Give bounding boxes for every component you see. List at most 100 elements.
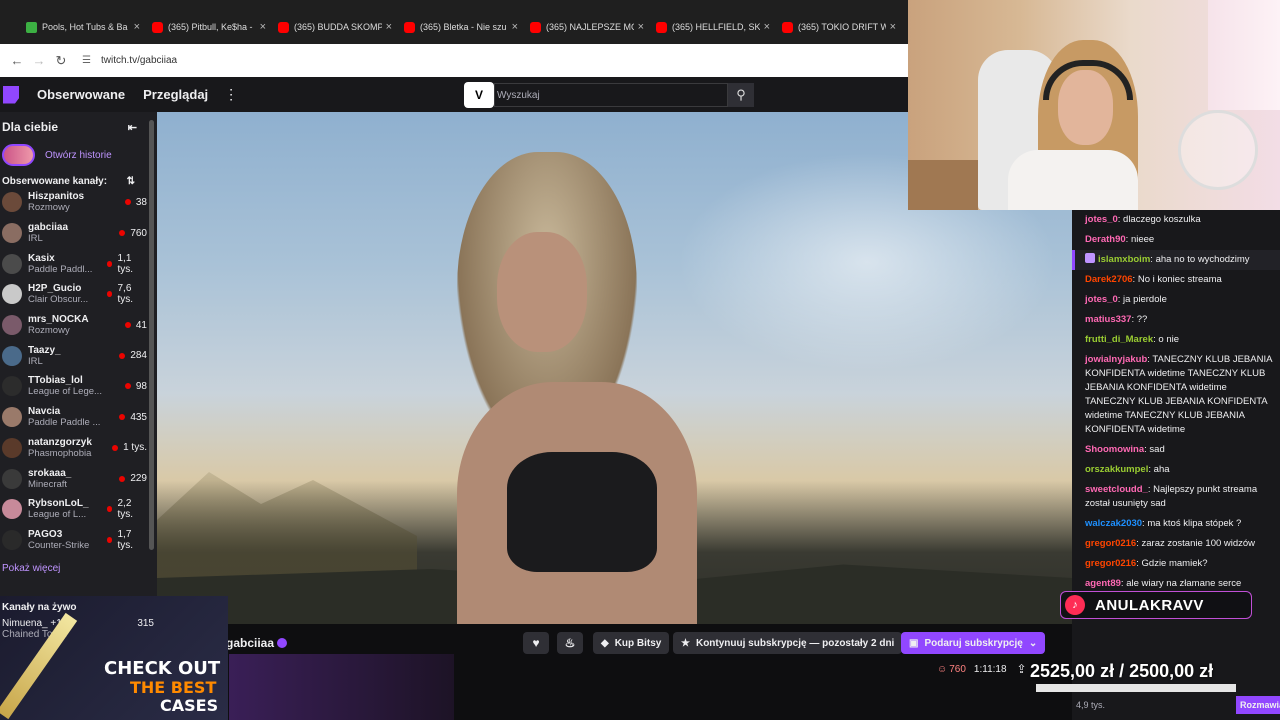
browser-tab[interactable]: (365) NAJLEPSZE MC × xyxy=(524,10,650,44)
sidebar-channel[interactable]: TTobias_lol League of Lege... 98 xyxy=(0,371,157,402)
browser-tab[interactable]: (365) BUDDA SKOMP × xyxy=(272,10,398,44)
browser-tab[interactable]: (365) Bletka - Nie szu × xyxy=(398,10,524,44)
chevron-down-icon: ⌄ xyxy=(1028,637,1038,649)
nav-following[interactable]: Obserwowane xyxy=(37,87,125,102)
talk-button[interactable]: Rozmawia xyxy=(1236,696,1280,714)
reload-icon[interactable]: ↻ xyxy=(50,53,72,69)
channel-meta: Navcia Paddle Paddle ... xyxy=(28,406,107,428)
channel-name: Kasix xyxy=(28,252,55,264)
forward-icon[interactable]: → xyxy=(28,53,50,68)
stream-banner xyxy=(229,654,454,720)
show-more-link[interactable]: Pokaż więcej xyxy=(0,555,157,582)
sidebar-channel[interactable]: Hiszpanitos Rozmowy 38 xyxy=(0,187,157,218)
site-info-icon[interactable]: ☰ xyxy=(82,55,91,66)
browser-tab[interactable]: (365) Pitbull, Ke$ha - × xyxy=(146,10,272,44)
chat-text: nieee xyxy=(1130,234,1155,245)
streamer-name[interactable]: gabciiaa xyxy=(226,636,274,650)
sidebar-channel[interactable]: Kasix Paddle Paddl... 1,1 tys. xyxy=(0,248,157,279)
chat-username[interactable]: gregor0216 xyxy=(1085,538,1136,549)
viewer-count: 760 xyxy=(949,663,966,675)
close-tab-icon[interactable]: × xyxy=(134,21,140,33)
continue-sub-button[interactable]: ★ Kontynuuj subskrypcję — pozostały 2 dn… xyxy=(673,632,903,654)
nav-browse[interactable]: Przeglądaj xyxy=(143,87,208,102)
sidebar-channel[interactable]: H2P_Gucio Clair Obscur... 7,6 tys. xyxy=(0,279,157,310)
chat-username[interactable]: jotes_0 xyxy=(1085,214,1118,225)
collapse-icon[interactable]: ⇤ xyxy=(128,121,137,134)
youtube-icon xyxy=(404,21,415,33)
buy-bits-button[interactable]: ◆ Kup Bitsy xyxy=(593,632,670,654)
sidebar-channel[interactable]: mrs_NOCKA Rozmowy 41 xyxy=(0,310,157,341)
streamer-top xyxy=(507,452,657,572)
url-field[interactable]: ☰ twitch.tv/gabciiaa xyxy=(82,49,900,73)
search-input[interactable]: Wyszukaj xyxy=(494,83,728,107)
sidebar-channel[interactable]: Taazy_ IRL 284 xyxy=(0,340,157,371)
chat-username[interactable]: matius337 xyxy=(1085,314,1131,325)
chat-username[interactable]: gregor0216 xyxy=(1085,558,1136,569)
chat-message: frutti_di_Marek: o nie xyxy=(1085,334,1179,345)
extension-logo-icon[interactable]: V xyxy=(464,82,494,108)
close-tab-icon[interactable]: × xyxy=(638,21,644,33)
channel-viewer-count: 1,7 tys. xyxy=(117,528,134,551)
chat-text: ma ktoś klipa stópek ? xyxy=(1147,518,1242,529)
live-dot-icon xyxy=(119,352,126,359)
chat-username[interactable]: walczak2030 xyxy=(1085,518,1142,529)
back-icon[interactable]: ← xyxy=(6,53,28,68)
live-dot-icon xyxy=(107,506,113,513)
twitch-logo-icon[interactable] xyxy=(3,85,19,104)
buy-bits-label: Kup Bitsy xyxy=(614,637,662,649)
live-channel-row[interactable]: Nimuena_ +1 315 Chained Toget xyxy=(2,618,154,640)
channel-avatar xyxy=(2,315,22,336)
sidebar-channel[interactable]: natanzgorzyk Phasmophobia 1 tys. xyxy=(0,433,157,464)
chat-message: jotes_0: ja pierdole xyxy=(1085,294,1167,305)
channel-meta: Taazy_ IRL xyxy=(28,345,107,367)
sidebar-scrollbar[interactable] xyxy=(149,120,154,550)
chat-username[interactable]: jowialnyjakub xyxy=(1085,354,1147,365)
chat-username[interactable]: islamxboim xyxy=(1098,254,1150,265)
chat-username[interactable]: sweetcloudd_ xyxy=(1085,484,1148,495)
live-dot-icon xyxy=(124,383,131,390)
channel-meta: RybsonLoL_ League of L... xyxy=(28,498,107,520)
sidebar-channel[interactable]: gabciiaa IRL 760 xyxy=(0,218,157,249)
youtube-icon xyxy=(152,21,163,33)
chat-message: islamxboim: aha no to wychodzimy xyxy=(1072,250,1280,270)
close-tab-icon[interactable]: × xyxy=(260,21,266,33)
close-tab-icon[interactable]: × xyxy=(386,21,392,33)
sidebar-channel[interactable]: PAGO3 Counter-Strike 1,7 tys. xyxy=(0,525,157,556)
close-tab-icon[interactable]: × xyxy=(890,21,896,33)
close-tab-icon[interactable]: × xyxy=(764,21,770,33)
donation-goal-fill xyxy=(1036,684,1236,692)
channel-game: League of Lege... xyxy=(28,386,102,398)
heart-icon[interactable]: ♥ xyxy=(523,632,549,654)
close-tab-icon[interactable]: × xyxy=(512,21,518,33)
sidebar-channel[interactable]: srokaaa_ Minecraft 229 xyxy=(0,463,157,494)
live-dot-icon xyxy=(119,475,126,482)
chat-username[interactable]: Darek2706 xyxy=(1085,274,1133,285)
open-stories[interactable]: Otwórz historie xyxy=(0,134,157,166)
open-stories-label: Otwórz historie xyxy=(45,149,112,161)
chat-username[interactable]: agent89 xyxy=(1085,578,1121,589)
browser-tab[interactable]: Pools, Hot Tubs & Ba × xyxy=(20,10,146,44)
sidebar-channel[interactable]: RybsonLoL_ League of L... 2,2 tys. xyxy=(0,494,157,525)
bell-icon[interactable]: ♨ xyxy=(557,632,583,654)
promo-line-3: CASES xyxy=(160,696,219,715)
chat-text: aha xyxy=(1153,464,1170,475)
live-dot-icon xyxy=(119,414,126,421)
sort-icon[interactable]: ⇅ xyxy=(127,176,135,187)
channel-avatar xyxy=(2,223,22,244)
channel-avatar xyxy=(2,345,22,366)
chat-username[interactable]: orszakkumpel xyxy=(1085,464,1148,475)
chat-username[interactable]: Derath90 xyxy=(1085,234,1126,245)
verified-icon xyxy=(277,638,287,648)
channel-meta: Kasix Paddle Paddl... xyxy=(28,253,107,275)
gift-sub-button[interactable]: ▣ Podaruj subskrypcję ⌄ xyxy=(901,632,1046,654)
sidebar-channel[interactable]: Navcia Paddle Paddle ... 435 xyxy=(0,402,157,433)
chat-username[interactable]: frutti_di_Marek xyxy=(1085,334,1153,345)
share-icon[interactable]: ⇪ xyxy=(1017,662,1027,676)
browser-tab[interactable]: (365) TOKIO DRIFT W × xyxy=(776,10,902,44)
webcam-overlay xyxy=(908,0,1280,210)
more-icon[interactable]: ⋮ xyxy=(224,86,238,103)
search-icon[interactable]: ⚲ xyxy=(728,83,754,107)
browser-tab[interactable]: (365) HELLFIELD, SKO × xyxy=(650,10,776,44)
chat-username[interactable]: Shoomowina xyxy=(1085,444,1144,455)
chat-username[interactable]: jotes_0 xyxy=(1085,294,1118,305)
